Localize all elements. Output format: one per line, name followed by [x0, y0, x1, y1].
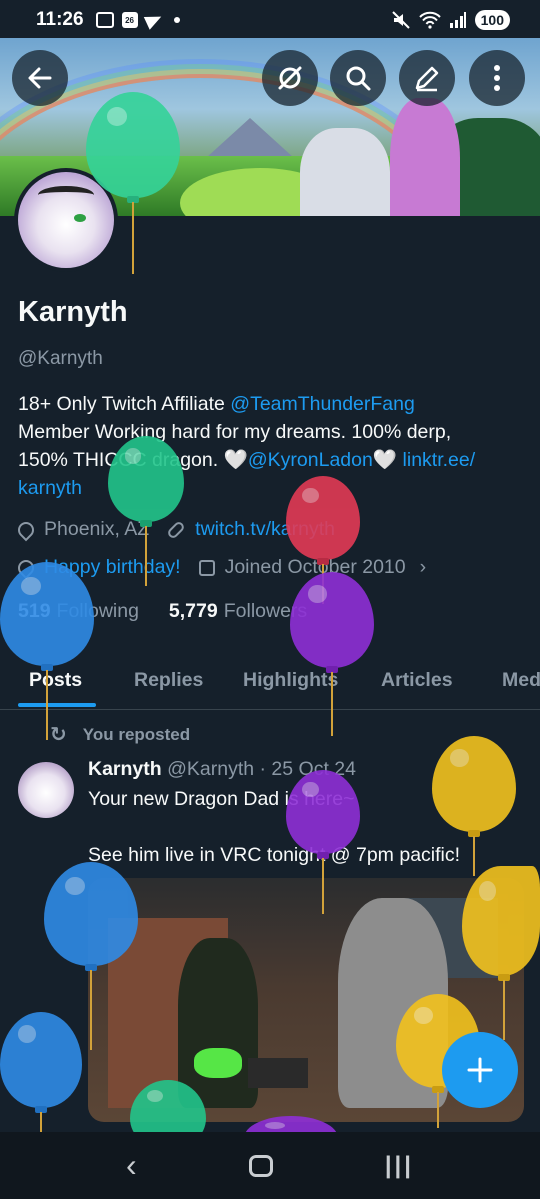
status-notification-icons: 26 — [95, 10, 180, 30]
mute-icon — [391, 11, 410, 29]
avatar-eye — [74, 214, 86, 222]
pencil-icon — [415, 66, 439, 92]
calendar-icon — [198, 559, 215, 576]
calendar-icon: 26 — [121, 12, 138, 28]
profile-meta-row: Happy birthday! Joined October 2010 › — [14, 556, 427, 579]
edit-button[interactable] — [399, 50, 455, 106]
media-character — [178, 938, 258, 1108]
nav-back-button[interactable]: ‹ — [126, 1147, 137, 1184]
post-author-name[interactable]: Karnyth — [88, 758, 162, 780]
signal-icon — [449, 12, 466, 28]
status-time: 11:26 — [36, 9, 84, 30]
active-tab-indicator — [18, 703, 96, 707]
location-icon — [14, 518, 38, 541]
tab-articles[interactable]: Articles — [381, 650, 453, 710]
nav-recents-button[interactable]: ||| — [385, 1152, 414, 1180]
tab-media[interactable]: Media — [502, 650, 540, 710]
status-system-icons: 100 — [391, 10, 510, 30]
bio-url-link[interactable]: karnyth — [18, 477, 82, 499]
media-glow — [194, 1048, 242, 1078]
more-vertical-icon — [494, 65, 500, 91]
profile-tabs: Posts Replies Highlights Articles Media — [0, 650, 540, 710]
media-bench — [248, 1058, 308, 1088]
bio-mention-link[interactable]: @TeamThunderFang — [230, 393, 415, 415]
bio-mention-link[interactable]: @KyronLadon — [248, 449, 373, 471]
profile-name: Karnyth — [18, 296, 128, 328]
eye-slash-icon — [278, 66, 302, 90]
post-text: See him live in VRC tonight @ 7pm pacifi… — [88, 844, 461, 866]
wifi-icon — [418, 11, 441, 29]
more-button[interactable] — [469, 50, 525, 106]
repost-icon: ↻ — [50, 724, 67, 746]
profile-handle: @Karnyth — [18, 348, 103, 369]
more-notifications-dot-icon — [173, 17, 180, 23]
repost-label: You reposted — [82, 724, 191, 744]
compose-button[interactable] — [442, 1032, 518, 1108]
bio-heart: 🤍 — [372, 449, 403, 471]
search-button[interactable] — [330, 50, 386, 106]
bio-text: Member Working hard for my dreams. 100% … — [18, 421, 452, 443]
tab-replies[interactable]: Replies — [134, 650, 203, 710]
banner-character — [390, 98, 460, 216]
hide-button[interactable] — [262, 50, 318, 106]
profile-bio: 18+ Only Twitch Affiliate @TeamThunderFa… — [18, 390, 518, 502]
search-icon — [346, 66, 371, 91]
followers-count[interactable]: 5,779 — [169, 600, 218, 623]
system-navigation-bar: ‹ ||| — [0, 1132, 540, 1199]
avatar-image — [18, 172, 114, 268]
bio-url-link[interactable]: linktr.ee/ — [403, 449, 476, 471]
battery-indicator: 100 — [474, 10, 510, 30]
status-bar: 11:26 26 100 — [0, 0, 540, 40]
plus-icon — [467, 1057, 493, 1083]
post-author-avatar[interactable] — [18, 762, 74, 818]
screenshot-icon — [95, 12, 114, 28]
repost-indicator: ↻ You reposted — [50, 722, 190, 747]
telegram-icon — [143, 10, 164, 30]
bio-text: 18+ Only Twitch Affiliate — [18, 393, 231, 415]
nav-home-button[interactable] — [248, 1154, 273, 1177]
avatar-horn — [38, 186, 94, 204]
arrow-left-icon — [28, 67, 52, 89]
banner-character — [300, 128, 390, 216]
profile-location: Phoenix, AZ — [44, 518, 150, 540]
chevron-right-icon[interactable]: › — [420, 556, 427, 579]
back-button[interactable] — [12, 50, 68, 106]
link-icon — [166, 519, 187, 540]
